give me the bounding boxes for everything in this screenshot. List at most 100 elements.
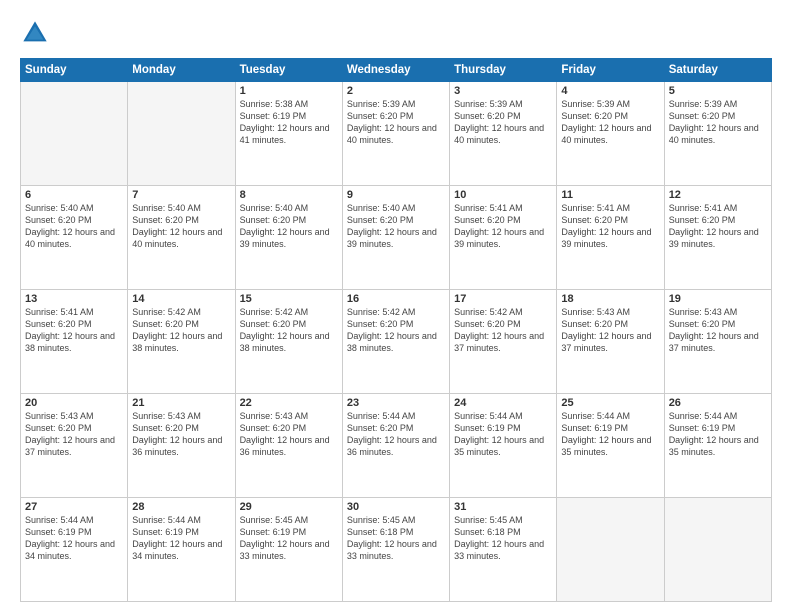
day-info: Sunrise: 5:43 AM Sunset: 6:20 PM Dayligh… (240, 410, 338, 459)
calendar-cell: 7Sunrise: 5:40 AM Sunset: 6:20 PM Daylig… (128, 186, 235, 290)
day-number: 10 (454, 189, 552, 201)
calendar-cell: 26Sunrise: 5:44 AM Sunset: 6:19 PM Dayli… (664, 394, 771, 498)
day-number: 23 (347, 397, 445, 409)
calendar-header-thursday: Thursday (450, 59, 557, 82)
day-info: Sunrise: 5:40 AM Sunset: 6:20 PM Dayligh… (25, 202, 123, 251)
calendar-header-monday: Monday (128, 59, 235, 82)
day-number: 22 (240, 397, 338, 409)
day-number: 9 (347, 189, 445, 201)
day-number: 30 (347, 501, 445, 513)
day-number: 15 (240, 293, 338, 305)
day-info: Sunrise: 5:44 AM Sunset: 6:19 PM Dayligh… (25, 514, 123, 563)
calendar-cell: 22Sunrise: 5:43 AM Sunset: 6:20 PM Dayli… (235, 394, 342, 498)
calendar-cell: 5Sunrise: 5:39 AM Sunset: 6:20 PM Daylig… (664, 82, 771, 186)
day-info: Sunrise: 5:39 AM Sunset: 6:20 PM Dayligh… (347, 98, 445, 147)
calendar-header-sunday: Sunday (21, 59, 128, 82)
day-info: Sunrise: 5:41 AM Sunset: 6:20 PM Dayligh… (669, 202, 767, 251)
calendar-cell: 27Sunrise: 5:44 AM Sunset: 6:19 PM Dayli… (21, 498, 128, 602)
calendar-cell: 21Sunrise: 5:43 AM Sunset: 6:20 PM Dayli… (128, 394, 235, 498)
day-number: 14 (132, 293, 230, 305)
calendar-cell: 20Sunrise: 5:43 AM Sunset: 6:20 PM Dayli… (21, 394, 128, 498)
calendar-week-1: 6Sunrise: 5:40 AM Sunset: 6:20 PM Daylig… (21, 186, 772, 290)
day-number: 3 (454, 85, 552, 97)
calendar-header-friday: Friday (557, 59, 664, 82)
calendar-cell: 4Sunrise: 5:39 AM Sunset: 6:20 PM Daylig… (557, 82, 664, 186)
day-info: Sunrise: 5:40 AM Sunset: 6:20 PM Dayligh… (347, 202, 445, 251)
day-info: Sunrise: 5:44 AM Sunset: 6:19 PM Dayligh… (454, 410, 552, 459)
calendar-cell: 9Sunrise: 5:40 AM Sunset: 6:20 PM Daylig… (342, 186, 449, 290)
day-number: 26 (669, 397, 767, 409)
day-info: Sunrise: 5:42 AM Sunset: 6:20 PM Dayligh… (347, 306, 445, 355)
calendar-cell: 6Sunrise: 5:40 AM Sunset: 6:20 PM Daylig… (21, 186, 128, 290)
calendar-cell: 14Sunrise: 5:42 AM Sunset: 6:20 PM Dayli… (128, 290, 235, 394)
calendar-cell: 29Sunrise: 5:45 AM Sunset: 6:19 PM Dayli… (235, 498, 342, 602)
day-number: 11 (561, 189, 659, 201)
day-number: 1 (240, 85, 338, 97)
day-number: 13 (25, 293, 123, 305)
day-number: 28 (132, 501, 230, 513)
calendar-header-wednesday: Wednesday (342, 59, 449, 82)
calendar-week-0: 1Sunrise: 5:38 AM Sunset: 6:19 PM Daylig… (21, 82, 772, 186)
day-info: Sunrise: 5:38 AM Sunset: 6:19 PM Dayligh… (240, 98, 338, 147)
day-number: 21 (132, 397, 230, 409)
calendar-cell: 28Sunrise: 5:44 AM Sunset: 6:19 PM Dayli… (128, 498, 235, 602)
day-info: Sunrise: 5:39 AM Sunset: 6:20 PM Dayligh… (669, 98, 767, 147)
calendar-cell: 23Sunrise: 5:44 AM Sunset: 6:20 PM Dayli… (342, 394, 449, 498)
page: SundayMondayTuesdayWednesdayThursdayFrid… (0, 0, 792, 612)
day-number: 31 (454, 501, 552, 513)
calendar-week-2: 13Sunrise: 5:41 AM Sunset: 6:20 PM Dayli… (21, 290, 772, 394)
day-number: 7 (132, 189, 230, 201)
calendar-cell: 8Sunrise: 5:40 AM Sunset: 6:20 PM Daylig… (235, 186, 342, 290)
day-info: Sunrise: 5:41 AM Sunset: 6:20 PM Dayligh… (25, 306, 123, 355)
calendar-header-tuesday: Tuesday (235, 59, 342, 82)
calendar-cell: 16Sunrise: 5:42 AM Sunset: 6:20 PM Dayli… (342, 290, 449, 394)
logo-icon (20, 18, 50, 48)
day-info: Sunrise: 5:44 AM Sunset: 6:19 PM Dayligh… (669, 410, 767, 459)
calendar-cell (128, 82, 235, 186)
day-number: 27 (25, 501, 123, 513)
day-info: Sunrise: 5:43 AM Sunset: 6:20 PM Dayligh… (132, 410, 230, 459)
calendar-cell: 19Sunrise: 5:43 AM Sunset: 6:20 PM Dayli… (664, 290, 771, 394)
day-number: 24 (454, 397, 552, 409)
calendar-cell: 18Sunrise: 5:43 AM Sunset: 6:20 PM Dayli… (557, 290, 664, 394)
day-info: Sunrise: 5:42 AM Sunset: 6:20 PM Dayligh… (240, 306, 338, 355)
calendar-cell: 30Sunrise: 5:45 AM Sunset: 6:18 PM Dayli… (342, 498, 449, 602)
day-number: 20 (25, 397, 123, 409)
calendar-header-saturday: Saturday (664, 59, 771, 82)
day-info: Sunrise: 5:44 AM Sunset: 6:19 PM Dayligh… (561, 410, 659, 459)
day-info: Sunrise: 5:43 AM Sunset: 6:20 PM Dayligh… (561, 306, 659, 355)
day-number: 2 (347, 85, 445, 97)
day-info: Sunrise: 5:41 AM Sunset: 6:20 PM Dayligh… (561, 202, 659, 251)
calendar-cell: 2Sunrise: 5:39 AM Sunset: 6:20 PM Daylig… (342, 82, 449, 186)
day-info: Sunrise: 5:40 AM Sunset: 6:20 PM Dayligh… (132, 202, 230, 251)
day-info: Sunrise: 5:45 AM Sunset: 6:18 PM Dayligh… (454, 514, 552, 563)
day-info: Sunrise: 5:40 AM Sunset: 6:20 PM Dayligh… (240, 202, 338, 251)
calendar-cell: 17Sunrise: 5:42 AM Sunset: 6:20 PM Dayli… (450, 290, 557, 394)
day-info: Sunrise: 5:39 AM Sunset: 6:20 PM Dayligh… (454, 98, 552, 147)
calendar-cell (21, 82, 128, 186)
day-info: Sunrise: 5:43 AM Sunset: 6:20 PM Dayligh… (25, 410, 123, 459)
day-number: 5 (669, 85, 767, 97)
calendar-cell: 10Sunrise: 5:41 AM Sunset: 6:20 PM Dayli… (450, 186, 557, 290)
calendar-cell: 24Sunrise: 5:44 AM Sunset: 6:19 PM Dayli… (450, 394, 557, 498)
day-info: Sunrise: 5:42 AM Sunset: 6:20 PM Dayligh… (454, 306, 552, 355)
calendar-week-4: 27Sunrise: 5:44 AM Sunset: 6:19 PM Dayli… (21, 498, 772, 602)
day-info: Sunrise: 5:41 AM Sunset: 6:20 PM Dayligh… (454, 202, 552, 251)
day-info: Sunrise: 5:45 AM Sunset: 6:19 PM Dayligh… (240, 514, 338, 563)
day-info: Sunrise: 5:45 AM Sunset: 6:18 PM Dayligh… (347, 514, 445, 563)
day-number: 6 (25, 189, 123, 201)
day-number: 4 (561, 85, 659, 97)
day-number: 25 (561, 397, 659, 409)
calendar-cell: 3Sunrise: 5:39 AM Sunset: 6:20 PM Daylig… (450, 82, 557, 186)
calendar-cell: 31Sunrise: 5:45 AM Sunset: 6:18 PM Dayli… (450, 498, 557, 602)
day-info: Sunrise: 5:42 AM Sunset: 6:20 PM Dayligh… (132, 306, 230, 355)
calendar-cell: 13Sunrise: 5:41 AM Sunset: 6:20 PM Dayli… (21, 290, 128, 394)
calendar-cell: 12Sunrise: 5:41 AM Sunset: 6:20 PM Dayli… (664, 186, 771, 290)
day-number: 18 (561, 293, 659, 305)
calendar-cell: 1Sunrise: 5:38 AM Sunset: 6:19 PM Daylig… (235, 82, 342, 186)
calendar-table: SundayMondayTuesdayWednesdayThursdayFrid… (20, 58, 772, 602)
day-number: 17 (454, 293, 552, 305)
day-number: 16 (347, 293, 445, 305)
day-info: Sunrise: 5:39 AM Sunset: 6:20 PM Dayligh… (561, 98, 659, 147)
day-info: Sunrise: 5:44 AM Sunset: 6:20 PM Dayligh… (347, 410, 445, 459)
